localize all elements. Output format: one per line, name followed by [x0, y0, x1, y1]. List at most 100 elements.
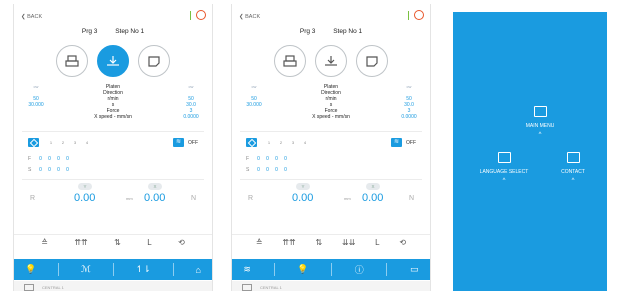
grid-icon: [533, 106, 547, 117]
s-value[interactable]: 0: [54, 167, 63, 173]
f-value[interactable]: 0: [272, 156, 281, 162]
lower-all-icon[interactable]: ⇊⇊: [342, 238, 355, 247]
right-value-4[interactable]: 0.0000: [398, 114, 420, 120]
mm-unit: mm: [344, 196, 351, 201]
fs-table: F 0 0 0 0 S 0 0 0 0: [22, 153, 204, 175]
parameters-panel: cw 50 30.000 Platen Direction r/min s Fo…: [14, 82, 212, 128]
clamp-icon[interactable]: ≙: [41, 238, 48, 247]
r-value[interactable]: 0.00: [292, 192, 313, 204]
f-value[interactable]: 0: [36, 156, 45, 162]
s-value[interactable]: 0: [36, 167, 45, 173]
speed-number[interactable]: 1: [263, 140, 275, 145]
step-label: Step No 1: [115, 28, 145, 35]
s-value[interactable]: 0: [63, 167, 72, 173]
right-values: cw 50 30.0 3 0.0000: [180, 84, 202, 120]
f-value[interactable]: 0: [63, 156, 72, 162]
mode-platen-button[interactable]: [97, 45, 129, 77]
footer: CENTRAL 1: [14, 281, 212, 291]
diamond-icon[interactable]: [246, 138, 257, 147]
raise-all-icon[interactable]: ⇈⇈: [74, 238, 87, 247]
power-icon[interactable]: [196, 10, 206, 20]
s-key: S: [246, 166, 250, 173]
right-values: cw 50 30.0 3 0.0000: [398, 84, 420, 120]
left-value-2[interactable]: 30.000: [26, 102, 46, 108]
bulb-icon[interactable]: 💡: [25, 264, 36, 275]
home-icon[interactable]: ⌂: [196, 265, 201, 275]
chevron-up-icon: ^: [538, 132, 542, 138]
program-screen-2: ❮ BACK Prg 3 Step No 1 cw 50 30.000 Plat…: [231, 4, 431, 291]
info-icon[interactable]: ⓘ: [355, 263, 364, 276]
position-readout: R 0.00 mm 0.00 N: [22, 189, 204, 209]
x-value[interactable]: 0.00: [144, 192, 165, 204]
lift-icon[interactable]: ↿⇂: [136, 264, 151, 275]
program-label: Prg 3: [299, 28, 316, 35]
speed-number[interactable]: 4: [299, 140, 311, 145]
status-indicator: [407, 11, 409, 20]
corner-icon[interactable]: L: [375, 238, 379, 247]
f-key: F: [28, 155, 32, 162]
raise-all-icon[interactable]: ⇈⇈: [282, 238, 295, 247]
s-row: S 0 0 0 0: [240, 164, 422, 175]
speed-number[interactable]: 1: [45, 140, 57, 145]
s-value[interactable]: 0: [263, 167, 272, 173]
up-down-icon[interactable]: ⇅: [316, 238, 323, 247]
bulb-icon[interactable]: 💡: [297, 264, 308, 275]
water-icon[interactable]: ≋: [391, 138, 402, 147]
corner-icon[interactable]: L: [147, 238, 151, 247]
speed-number[interactable]: 3: [69, 140, 81, 145]
param-label: X speed - mm/sn: [94, 114, 132, 120]
mode-printer-button[interactable]: [56, 45, 88, 77]
main-menu-label: MAIN MENU: [525, 123, 555, 129]
speed-number[interactable]: 2: [275, 140, 287, 145]
press-icon[interactable]: ℳ: [81, 264, 91, 275]
device-icon: [242, 283, 252, 291]
up-down-icon[interactable]: ⇅: [114, 238, 121, 247]
platen-arrow-icon: [325, 56, 337, 66]
f-value[interactable]: 0: [45, 156, 54, 162]
rotate-icon[interactable]: ⟲: [399, 238, 406, 247]
parameters-panel: cw 50 30.000 Platen Direction r/min s Fo…: [232, 82, 430, 128]
mode-platen-button[interactable]: [315, 45, 347, 77]
rotate-icon[interactable]: ⟲: [178, 238, 185, 247]
water-tab-icon[interactable]: ≋: [243, 264, 251, 275]
bottom-tab-bar: 💡 ℳ ↿⇂ ⌂: [14, 259, 212, 280]
language-select-button[interactable]: LANGUAGE SELECT ^: [469, 152, 539, 184]
water-icon[interactable]: ≋: [173, 138, 184, 147]
clamp-icon[interactable]: ≙: [256, 238, 263, 247]
screen-icon[interactable]: ▭: [410, 264, 419, 275]
left-value-2[interactable]: 30.000: [244, 102, 264, 108]
speed-number[interactable]: 3: [287, 140, 299, 145]
speed-number[interactable]: 4: [81, 140, 93, 145]
f-value[interactable]: 0: [54, 156, 63, 162]
r-value[interactable]: 0.00: [74, 192, 95, 204]
s-value[interactable]: 0: [281, 167, 290, 173]
top-bar: ❮ BACK: [14, 4, 212, 26]
f-value[interactable]: 0: [263, 156, 272, 162]
f-value[interactable]: 0: [254, 156, 263, 162]
power-icon[interactable]: [414, 10, 424, 20]
s-value[interactable]: 0: [254, 167, 263, 173]
mode-tray-button[interactable]: [356, 45, 388, 77]
f-value[interactable]: 0: [281, 156, 290, 162]
step-label: Step No 1: [333, 28, 363, 35]
x-value[interactable]: 0.00: [362, 192, 383, 204]
f-key: F: [246, 155, 250, 162]
main-menu-button[interactable]: MAIN MENU ^: [510, 106, 570, 138]
diamond-icon[interactable]: [28, 138, 39, 147]
speed-number[interactable]: 2: [57, 140, 69, 145]
off-toggle[interactable]: OFF: [188, 140, 198, 146]
mode-printer-button[interactable]: [274, 45, 306, 77]
s-value[interactable]: 0: [45, 167, 54, 173]
mode-tray-button[interactable]: [138, 45, 170, 77]
back-button[interactable]: ❮ BACK: [21, 14, 42, 20]
back-button[interactable]: ❮ BACK: [239, 14, 260, 20]
right-value-4[interactable]: 0.0000: [180, 114, 202, 120]
program-label: Prg 3: [81, 28, 98, 35]
program-line: Prg 3 Step No 1: [232, 28, 430, 38]
contact-button[interactable]: CONTACT ^: [548, 152, 598, 184]
s-value[interactable]: 0: [272, 167, 281, 173]
chevron-up-icon: ^: [571, 178, 575, 184]
language-select-label: LANGUAGE SELECT: [479, 169, 529, 175]
off-toggle[interactable]: OFF: [406, 140, 416, 146]
left-values: cw 50 30.000: [26, 84, 46, 108]
